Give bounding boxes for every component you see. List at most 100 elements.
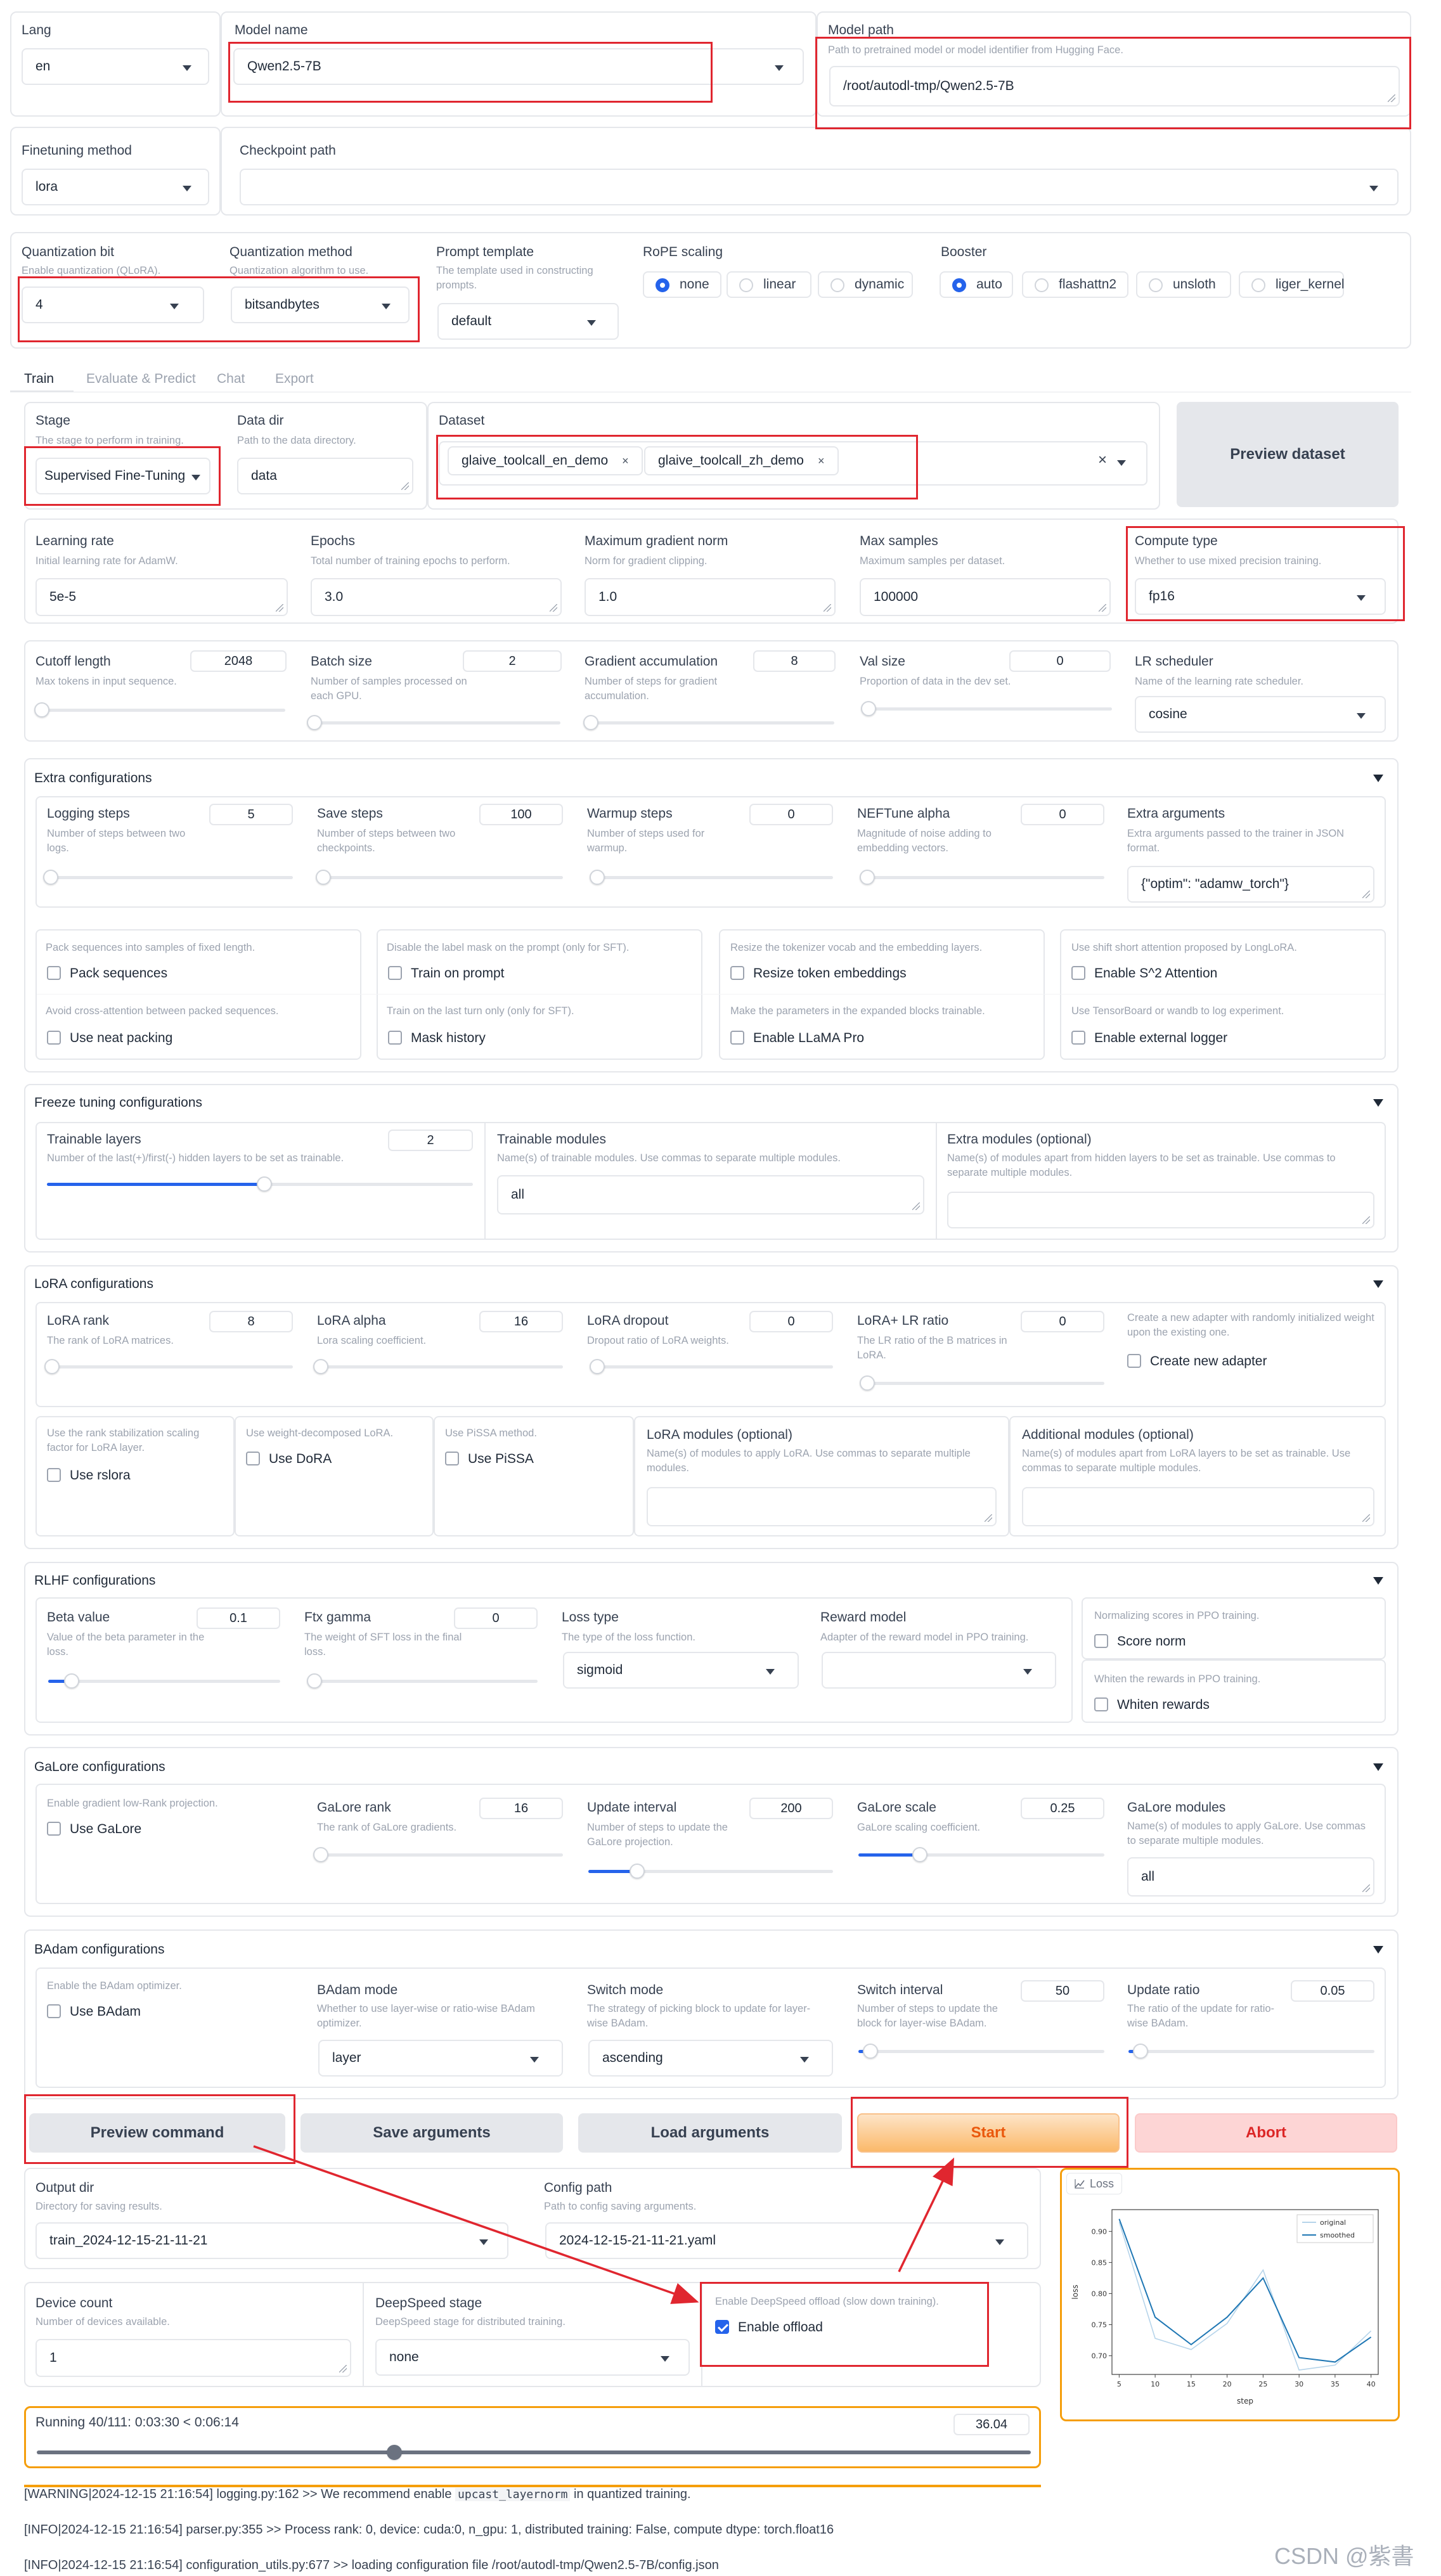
trainable-layers-slider[interactable] — [47, 1176, 473, 1192]
galore-interval-slider[interactable] — [588, 1864, 833, 1879]
rslora-checkbox[interactable] — [47, 1468, 61, 1482]
ftx-number[interactable]: 0 — [454, 1607, 538, 1629]
compute-type-select[interactable]: fp16 — [1135, 578, 1386, 615]
extra-args-input[interactable]: {"optim": "adamw_torch"} — [1127, 866, 1374, 903]
device-count-input[interactable]: 1 — [36, 2339, 351, 2377]
offload-label[interactable]: Enable offload — [738, 2320, 823, 2335]
lora-title[interactable]: LoRA configurations — [34, 1277, 153, 1292]
slider-handle[interactable] — [861, 701, 876, 716]
lr-scheduler-select[interactable]: cosine — [1135, 696, 1386, 733]
rope-option-linear[interactable]: linear — [727, 271, 811, 298]
slider-handle[interactable] — [590, 1359, 605, 1374]
freeze-title[interactable]: Freeze tuning configurations — [34, 1095, 202, 1111]
galore-rank-slider[interactable] — [313, 1847, 563, 1862]
tab-evaluate[interactable]: Evaluate & Predict — [86, 371, 196, 387]
epochs-input[interactable]: 3.0 — [311, 578, 562, 616]
train-prompt-checkbox[interactable] — [388, 966, 402, 980]
badam-mode-select[interactable]: layer — [318, 2040, 563, 2077]
collapse-icon[interactable] — [1373, 1946, 1383, 1954]
slider-handle[interactable] — [307, 1673, 322, 1689]
load-arguments-button[interactable]: Load arguments — [578, 2113, 842, 2153]
update-ratio-number[interactable]: 0.05 — [1291, 1980, 1374, 2002]
rope-option-dynamic[interactable]: dynamic — [818, 271, 913, 298]
lora-modules-input[interactable] — [647, 1487, 997, 1526]
progress-slider[interactable] — [37, 2445, 1031, 2460]
batch-number[interactable]: 2 — [463, 650, 562, 672]
lora-dropout-slider[interactable] — [590, 1359, 833, 1374]
galore-interval-number[interactable]: 200 — [749, 1798, 833, 1819]
badam-title[interactable]: BAdam configurations — [34, 1942, 164, 1957]
collapse-icon[interactable] — [1373, 1763, 1383, 1771]
booster-option-liger-kernel[interactable]: liger_kernel — [1239, 271, 1345, 298]
booster-option-flashattn2[interactable]: flashattn2 — [1022, 271, 1128, 298]
llama-pro-checkbox[interactable] — [730, 1031, 744, 1045]
pissa-checkbox[interactable] — [445, 1452, 459, 1465]
rlhf-title[interactable]: RLHF configurations — [34, 1573, 155, 1588]
galore-use-checkbox[interactable] — [47, 1822, 61, 1836]
neat-packing-label[interactable]: Use neat packing — [70, 1031, 172, 1046]
slider-handle[interactable] — [63, 1673, 79, 1689]
collapse-icon[interactable] — [1373, 775, 1383, 782]
val-size-number[interactable]: 0 — [1009, 650, 1111, 672]
galore-scale-slider[interactable] — [858, 1847, 1104, 1862]
llama-pro-label[interactable]: Enable LLaMA Pro — [753, 1031, 864, 1046]
deepspeed-select[interactable]: none — [375, 2339, 690, 2376]
neftune-slider[interactable] — [860, 870, 1104, 885]
reward-model-select[interactable] — [822, 1652, 1056, 1689]
s2-checkbox[interactable] — [1071, 966, 1085, 980]
chevron-down-icon[interactable] — [1117, 460, 1126, 466]
update-ratio-slider[interactable] — [1128, 2044, 1374, 2059]
slider-handle[interactable] — [44, 1359, 60, 1374]
cutoff-slider[interactable] — [34, 702, 285, 718]
collapse-icon[interactable] — [1373, 1099, 1383, 1107]
score-norm-label[interactable]: Score norm — [1117, 1634, 1186, 1649]
trainable-modules-input[interactable]: all — [497, 1175, 924, 1214]
slider-handle[interactable] — [583, 715, 598, 730]
collapse-icon[interactable] — [1373, 1280, 1383, 1288]
slider-handle[interactable] — [306, 715, 322, 730]
lora-alpha-number[interactable]: 16 — [479, 1311, 563, 1332]
clear-icon[interactable]: × — [1098, 451, 1107, 469]
booster-option-auto[interactable]: auto — [940, 271, 1013, 298]
batch-slider[interactable] — [306, 715, 560, 730]
dataset-chip-en[interactable]: glaive_toolcall_en_demo × — [448, 446, 643, 475]
logging-steps-slider[interactable] — [42, 870, 293, 885]
tab-train[interactable]: Train — [24, 371, 54, 387]
output-dir-select[interactable]: train_2024-12-15-21-11-21 — [36, 2222, 508, 2259]
trainable-layers-number[interactable]: 2 — [388, 1130, 473, 1151]
pack-label[interactable]: Pack sequences — [70, 966, 167, 981]
rslora-label[interactable]: Use rslora — [70, 1468, 131, 1483]
quant-bit-select[interactable]: 4 — [22, 287, 204, 323]
mask-history-checkbox[interactable] — [388, 1031, 402, 1045]
val-size-slider[interactable] — [861, 701, 1112, 716]
slider-handle[interactable] — [42, 870, 58, 885]
new-adapter-label[interactable]: Create new adapter — [1150, 1354, 1267, 1369]
lora-dropout-number[interactable]: 0 — [749, 1311, 833, 1332]
resize-label[interactable]: Resize token embeddings — [753, 966, 907, 981]
cutoff-number[interactable]: 2048 — [190, 650, 287, 672]
resize-checkbox[interactable] — [730, 966, 744, 980]
score-norm-checkbox[interactable] — [1094, 1634, 1108, 1648]
lora-rank-number[interactable]: 8 — [209, 1311, 293, 1332]
lora-plus-number[interactable]: 0 — [1021, 1311, 1104, 1332]
slider-handle[interactable] — [630, 1864, 645, 1879]
finetuning-select[interactable]: lora — [22, 169, 209, 205]
slider-handle[interactable] — [313, 1847, 328, 1862]
collapse-icon[interactable] — [1373, 1577, 1383, 1585]
rope-option-none[interactable]: none — [643, 271, 721, 298]
grad-acc-slider[interactable] — [583, 715, 834, 730]
whiten-label[interactable]: Whiten rewards — [1117, 1697, 1210, 1713]
grad-norm-input[interactable]: 1.0 — [585, 578, 836, 616]
booster-option-unsloth[interactable]: unsloth — [1136, 271, 1231, 298]
save-arguments-button[interactable]: Save arguments — [300, 2113, 563, 2153]
badam-use-checkbox[interactable] — [47, 2004, 61, 2018]
save-steps-number[interactable]: 100 — [479, 804, 563, 825]
save-steps-slider[interactable] — [315, 870, 563, 885]
dora-label[interactable]: Use DoRA — [269, 1452, 332, 1467]
loss-type-select[interactable]: sigmoid — [563, 1652, 799, 1689]
whiten-checkbox[interactable] — [1094, 1697, 1108, 1711]
lr-input[interactable]: 5e-5 — [36, 578, 288, 616]
badam-use-label[interactable]: Use BAdam — [70, 2004, 141, 2019]
external-logger-label[interactable]: Enable external logger — [1094, 1031, 1227, 1046]
switch-mode-select[interactable]: ascending — [588, 2040, 833, 2077]
